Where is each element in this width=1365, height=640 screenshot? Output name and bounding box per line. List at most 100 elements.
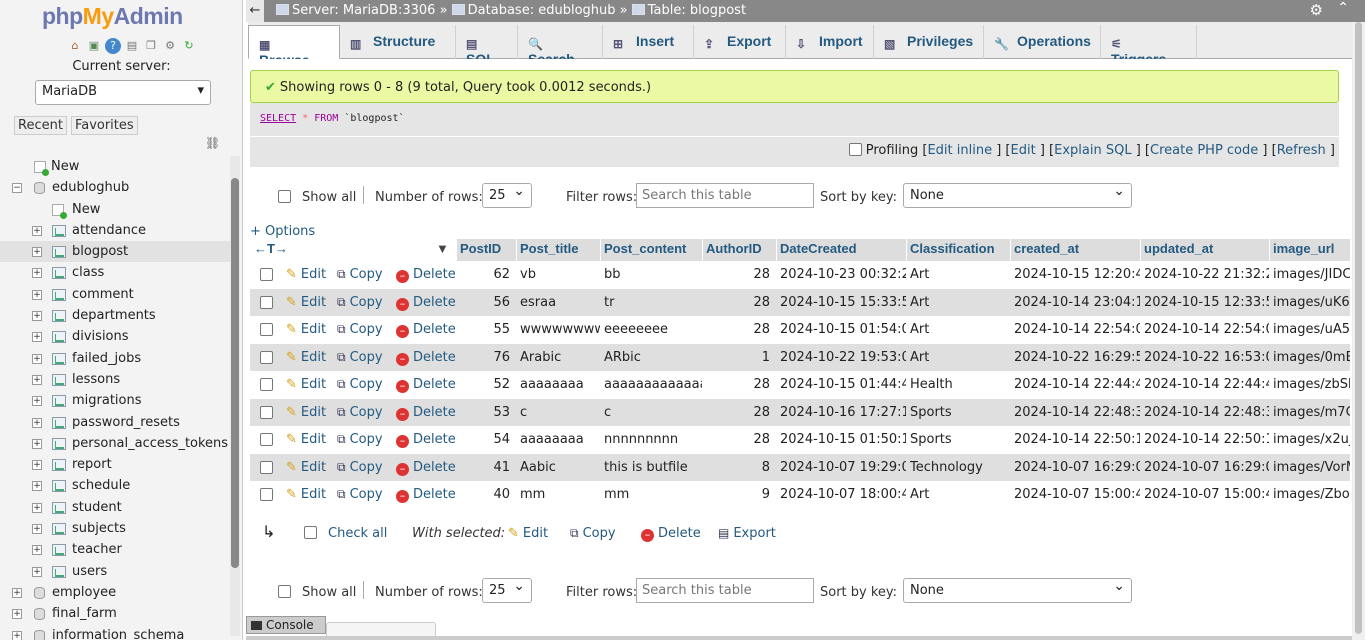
cell-postid[interactable]: 55: [460, 322, 510, 337]
collapse-sidebar-icon[interactable]: ←: [246, 0, 264, 22]
cell-datecreated[interactable]: 2024-10-15 01:54:09: [780, 322, 906, 337]
tree-item-divisions[interactable]: + divisions: [0, 326, 230, 347]
sidebar-scrollbar[interactable]: [230, 156, 240, 636]
expand-icon[interactable]: +: [32, 268, 42, 279]
sql-link-edit-inline[interactable]: Edit inline: [927, 143, 992, 158]
favorites-tab[interactable]: Favorites: [70, 116, 138, 135]
expand-icon[interactable]: +: [32, 332, 42, 343]
options-link[interactable]: + Options: [250, 224, 315, 239]
row-checkbox[interactable]: [260, 488, 273, 503]
tree-item-edubloghub[interactable]: − edubloghub: [0, 177, 230, 198]
tree-item-failed-jobs[interactable]: + failed_jobs: [0, 348, 230, 369]
exit-icon[interactable]: ▣: [86, 38, 102, 54]
tree-item-label[interactable]: employee: [52, 582, 116, 603]
row-edit-button[interactable]: ✎ Edit: [286, 377, 326, 392]
cell-post-title[interactable]: Arabic: [520, 350, 600, 365]
expand-icon[interactable]: +: [12, 609, 22, 620]
cell-post-content[interactable]: mm: [604, 487, 702, 502]
tree-item-class[interactable]: + class: [0, 262, 230, 283]
cell-post-content[interactable]: c: [604, 405, 702, 420]
row-checkbox[interactable]: [260, 433, 273, 448]
cell-authorid[interactable]: 9: [706, 487, 770, 502]
cell-created-at[interactable]: 2024-10-14 22:54:09: [1014, 322, 1140, 337]
cell-post-content[interactable]: ARbic: [604, 350, 702, 365]
cell-created-at[interactable]: 2024-10-14 22:50:19: [1014, 432, 1140, 447]
cell-post-title[interactable]: vb: [520, 267, 600, 282]
expand-icon[interactable]: +: [32, 502, 42, 513]
cell-authorid[interactable]: 28: [706, 322, 770, 337]
row-copy-button[interactable]: ⧉ Copy: [337, 377, 383, 392]
sql-link-edit[interactable]: Edit: [1011, 143, 1036, 158]
tree-item-label[interactable]: migrations: [72, 390, 142, 411]
cell-datecreated[interactable]: 2024-10-22 19:53:00: [780, 350, 906, 365]
cell-post-content[interactable]: tr: [604, 295, 702, 310]
expand-icon[interactable]: +: [32, 417, 42, 428]
column-visibility-dropdown-icon[interactable]: ▼: [436, 241, 449, 256]
cell-post-content[interactable]: aaaaaaaaaaaaa: [604, 377, 702, 392]
tab-sql[interactable]: ▤SQL: [456, 25, 518, 67]
sql-query-box[interactable]: SELECT * FROM `blogpost`: [250, 103, 1339, 136]
cell-datecreated[interactable]: 2024-10-15 01:50:19: [780, 432, 906, 447]
column-header-classification[interactable]: Classification: [910, 241, 995, 256]
cell-datecreated[interactable]: 2024-10-16 17:27:15: [780, 405, 906, 420]
cell-post-content[interactable]: this is butfile: [604, 460, 702, 475]
cell-authorid[interactable]: 28: [706, 267, 770, 282]
tab-operations[interactable]: 🔧 Operations: [984, 25, 1101, 59]
link-with-main-panel-icon[interactable]: ⛓: [205, 136, 220, 150]
server-select[interactable]: MariaDB: [35, 80, 211, 105]
tree-item-label[interactable]: New: [51, 156, 79, 177]
row-delete-button[interactable]: – Delete: [396, 377, 456, 393]
num-rows-select-bottom[interactable]: 25: [482, 578, 532, 603]
tree-item-password-resets[interactable]: + password_resets: [0, 412, 230, 433]
cell-post-title[interactable]: wwwwwwwww: [520, 322, 600, 337]
row-checkbox[interactable]: [260, 350, 273, 366]
cell-classification[interactable]: Art: [910, 487, 1010, 502]
cell-datecreated[interactable]: 2024-10-23 00:32:23: [780, 267, 906, 282]
cell-authorid[interactable]: 28: [706, 377, 770, 392]
bulk-copy-button[interactable]: ⧉ Copy: [570, 526, 616, 541]
column-header-post-title[interactable]: Post_title: [520, 241, 579, 256]
tree-item-label[interactable]: password_resets: [72, 412, 180, 433]
cell-image-url[interactable]: images/JIDC: [1273, 267, 1350, 282]
cell-postid[interactable]: 62: [460, 267, 510, 282]
column-header-datecreated[interactable]: DateCreated: [780, 241, 857, 256]
scroll-top-icon[interactable]: ⌃: [1337, 0, 1349, 16]
breadcrumb-database[interactable]: Database: edubloghub: [468, 3, 616, 18]
row-edit-button[interactable]: ✎ Edit: [286, 322, 326, 337]
cell-authorid[interactable]: 1: [706, 350, 770, 365]
tree-item-final-farm[interactable]: + final_farm: [0, 603, 230, 624]
expand-icon[interactable]: +: [32, 396, 42, 407]
horizontal-scrollbar[interactable]: [246, 636, 1352, 640]
cell-image-url[interactable]: images/VorM: [1273, 460, 1350, 475]
tab-triggers[interactable]: ⚟Triggers: [1101, 25, 1197, 67]
tree-item-label[interactable]: lessons: [72, 369, 120, 390]
cell-updated-at[interactable]: 2024-10-15 12:33:53: [1144, 295, 1269, 310]
cell-postid[interactable]: 76: [460, 350, 510, 365]
cell-datecreated[interactable]: 2024-10-15 15:33:53: [780, 295, 906, 310]
tree-item-label[interactable]: blogpost: [72, 241, 128, 262]
cell-post-title[interactable]: aaaaaaaa: [520, 432, 600, 447]
expand-icon[interactable]: +: [12, 630, 22, 640]
cell-updated-at[interactable]: 2024-10-14 22:44:42: [1144, 377, 1269, 392]
tree-item-student[interactable]: + student: [0, 497, 230, 518]
expand-icon[interactable]: +: [32, 460, 42, 471]
cell-classification[interactable]: Sports: [910, 432, 1010, 447]
cell-updated-at[interactable]: 2024-10-14 22:50:19: [1144, 432, 1269, 447]
bulk-edit-button[interactable]: ✎ Edit: [508, 526, 548, 541]
tree-item-label[interactable]: subjects: [72, 518, 126, 539]
tree-item-label[interactable]: personal_access_tokens: [72, 433, 228, 454]
tree-item-label[interactable]: users: [72, 561, 107, 582]
row-edit-button[interactable]: ✎ Edit: [286, 267, 326, 282]
sql-link-create-php-code[interactable]: Create PHP code: [1150, 143, 1258, 158]
tree-item-label[interactable]: teacher: [72, 539, 122, 560]
cell-classification[interactable]: Art: [910, 295, 1010, 310]
cell-postid[interactable]: 52: [460, 377, 510, 392]
tree-item-schedule[interactable]: + schedule: [0, 475, 230, 496]
cell-classification[interactable]: Sports: [910, 405, 1010, 420]
settings-icon[interactable]: ⚙: [162, 38, 178, 54]
cell-postid[interactable]: 53: [460, 405, 510, 420]
cell-post-title[interactable]: Aabic: [520, 460, 600, 475]
column-resize-arrows-icon[interactable]: ←T→: [254, 241, 288, 256]
expand-icon[interactable]: +: [32, 311, 42, 322]
cell-postid[interactable]: 56: [460, 295, 510, 310]
